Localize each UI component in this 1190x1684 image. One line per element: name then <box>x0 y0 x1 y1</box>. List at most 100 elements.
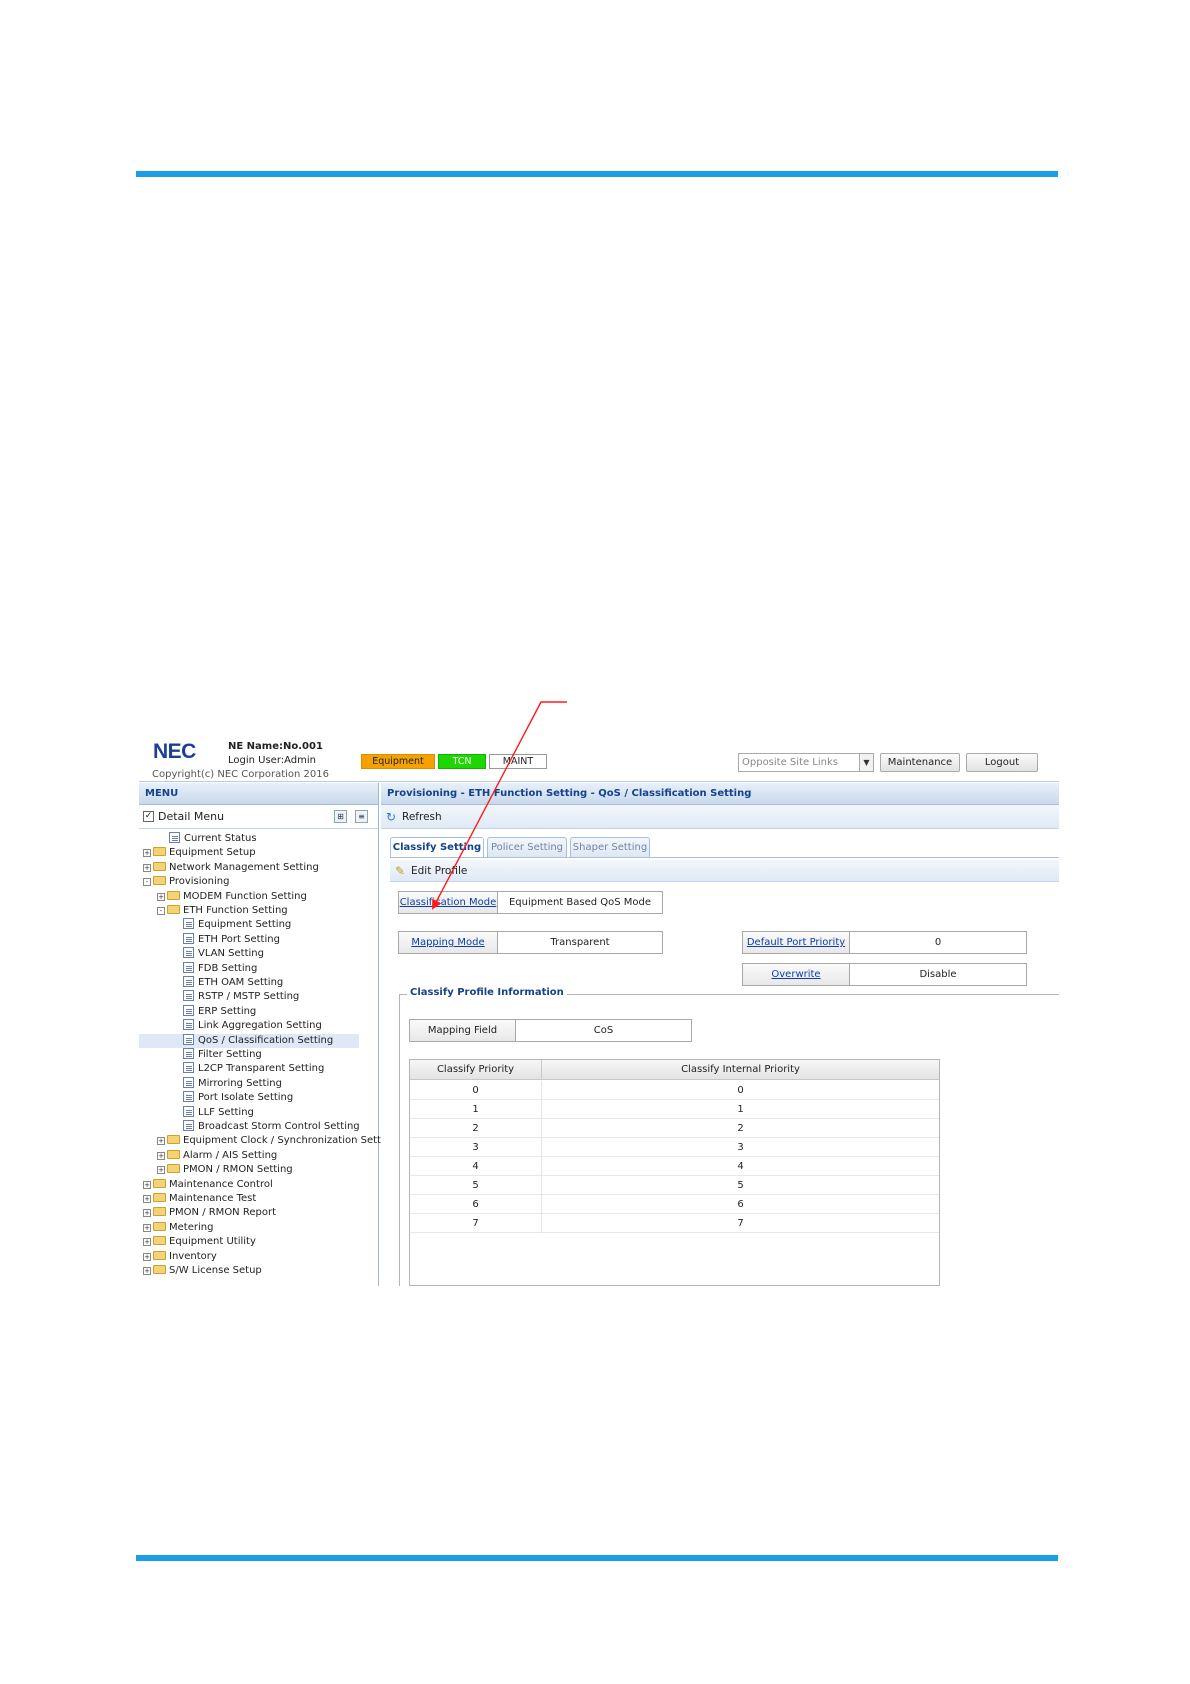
bottom-accent-rule <box>136 1555 1058 1561</box>
table-row[interactable]: 77 <box>410 1214 939 1233</box>
cell-classify-priority: 0 <box>410 1081 542 1100</box>
folder-icon <box>167 1164 180 1174</box>
sidebar-item[interactable]: Link Aggregation Setting <box>171 1019 322 1033</box>
table-row[interactable]: 11 <box>410 1100 939 1119</box>
sidebar-item-label: LLF Setting <box>198 1106 254 1118</box>
sidebar-item[interactable]: Equipment Setting <box>171 918 291 932</box>
classification-mode-link[interactable]: Classification Mode <box>399 892 498 913</box>
mapping-mode-link[interactable]: Mapping Mode <box>399 932 498 953</box>
detail-menu-checkbox[interactable]: ✓ <box>143 811 154 822</box>
sidebar-item[interactable]: + Maintenance Control <box>143 1178 273 1192</box>
table-row[interactable]: 22 <box>410 1119 939 1138</box>
sidebar-item[interactable]: + S/W License Setup <box>143 1264 262 1278</box>
sidebar-item[interactable]: + Maintenance Test <box>143 1192 256 1206</box>
sidebar-item[interactable]: + Metering <box>143 1221 213 1235</box>
menu-title: MENU <box>139 783 378 805</box>
edit-profile-button[interactable]: Edit Profile <box>411 865 467 877</box>
sidebar-item[interactable]: + Equipment Clock / Synchronization Setti… <box>157 1134 396 1148</box>
table-row[interactable]: 55 <box>410 1176 939 1195</box>
default-port-priority-link[interactable]: Default Port Priority <box>743 932 850 953</box>
sidebar-item[interactable]: + PMON / RMON Report <box>143 1206 276 1220</box>
sidebar-item-label: ETH OAM Setting <box>198 977 284 988</box>
sidebar-item[interactable]: QoS / Classification Setting <box>139 1033 359 1048</box>
sidebar-item[interactable]: FDB Setting <box>171 961 257 976</box>
edit-icon[interactable]: ✎ <box>395 864 405 878</box>
sidebar-item[interactable]: + Alarm / AIS Setting <box>157 1149 277 1163</box>
mapping-mode-value: Transparent <box>550 937 610 948</box>
copyright: Copyright(c) NEC Corporation 2016 <box>152 769 330 780</box>
expand-toggle-icon[interactable]: + <box>143 1195 151 1203</box>
expand-toggle-icon[interactable]: + <box>157 1166 165 1175</box>
status-equipment[interactable]: Equipment <box>361 754 435 769</box>
sidebar-item[interactable]: L2CP Transparent Setting <box>171 1062 324 1076</box>
maintenance-button[interactable]: Maintenance <box>880 753 960 772</box>
sidebar-item[interactable]: LLF Setting <box>171 1105 254 1120</box>
tab-shaper-setting[interactable]: Shaper Setting <box>570 837 650 857</box>
tab-policer-setting[interactable]: Policer Setting <box>487 837 567 857</box>
opposite-site-links-select[interactable]: Opposite Site Links ▼ <box>738 753 874 772</box>
sidebar-item[interactable]: + PMON / RMON Setting <box>157 1163 293 1177</box>
table-row[interactable]: 66 <box>410 1195 939 1214</box>
cell-classify-internal-priority: 4 <box>737 1161 744 1172</box>
page-icon <box>183 1033 194 1045</box>
collapse-all-icon[interactable]: ≡ <box>355 810 368 823</box>
expand-toggle-icon[interactable]: + <box>143 1238 151 1247</box>
sidebar-item[interactable]: + Network Management Setting <box>143 861 319 875</box>
table-row[interactable]: 44 <box>410 1157 939 1176</box>
expand-toggle-icon[interactable]: + <box>143 1267 151 1275</box>
expand-toggle-icon[interactable]: + <box>143 849 151 858</box>
sidebar-item[interactable]: Broadcast Storm Control Setting <box>171 1120 360 1134</box>
sidebar-item[interactable]: + Equipment Utility <box>143 1235 256 1249</box>
sidebar-item[interactable]: - ETH Function Setting <box>157 904 288 918</box>
expand-toggle-icon[interactable]: + <box>143 1180 151 1189</box>
overwrite-link[interactable]: Overwrite <box>743 964 850 985</box>
logout-button[interactable]: Logout <box>966 753 1038 772</box>
expand-all-icon[interactable]: ⊞ <box>334 810 347 823</box>
default-port-priority-value: 0 <box>934 937 942 948</box>
sidebar-item[interactable]: VLAN Setting <box>171 947 264 961</box>
sidebar-item[interactable]: Mirroring Setting <box>171 1076 282 1091</box>
expand-toggle-icon[interactable]: + <box>143 1209 151 1218</box>
sidebar-item[interactable]: RSTP / MSTP Setting <box>171 990 299 1004</box>
expand-toggle-icon[interactable]: + <box>143 1252 151 1261</box>
folder-icon <box>153 847 166 857</box>
sidebar-item[interactable]: ETH OAM Setting <box>171 976 283 990</box>
sidebar-item[interactable]: Port Isolate Setting <box>171 1091 293 1105</box>
column-header-classify-internal-priority[interactable]: Classify Internal Priority <box>542 1060 939 1080</box>
cell-classify-internal-priority: 6 <box>737 1199 744 1210</box>
sidebar-item[interactable]: Current Status <box>157 832 257 846</box>
expand-toggle-icon[interactable]: + <box>157 1151 165 1160</box>
table-row[interactable]: 33 <box>410 1138 939 1157</box>
sidebar-item[interactable]: ETH Port Setting <box>171 932 280 947</box>
collapse-toggle-icon[interactable]: - <box>143 878 151 887</box>
mapping-mode-field: Mapping Mode Transparent <box>398 931 663 954</box>
sidebar-item[interactable]: Filter Setting <box>171 1048 262 1062</box>
ne-name: NE Name:No.001 <box>228 741 323 752</box>
sidebar-item-label: PMON / RMON Setting <box>183 1164 293 1176</box>
sidebar-item[interactable]: + Equipment Setup <box>143 846 256 860</box>
sidebar-item[interactable]: + Inventory <box>143 1250 217 1264</box>
column-header-classify-priority[interactable]: Classify Priority <box>410 1060 542 1080</box>
refresh-icon[interactable]: ↻ <box>386 810 396 824</box>
status-maint[interactable]: MAINT <box>489 754 547 769</box>
folder-icon <box>153 1193 166 1202</box>
sidebar-item[interactable]: + MODEM Function Setting <box>157 890 307 904</box>
sidebar-item-label: Port Isolate Setting <box>198 1092 294 1104</box>
expand-toggle-icon[interactable]: + <box>157 892 165 901</box>
expand-toggle-icon[interactable]: + <box>143 863 151 872</box>
sidebar-item[interactable]: ERP Setting <box>171 1004 256 1019</box>
sidebar-item[interactable]: - Provisioning <box>143 875 229 889</box>
classify-profile-title: Classify Profile Information <box>407 987 567 998</box>
sidebar-item-label: Current Status <box>184 833 257 844</box>
collapse-toggle-icon[interactable]: - <box>157 907 165 915</box>
sidebar-item-label: RSTP / MSTP Setting <box>198 991 300 1003</box>
expand-toggle-icon[interactable]: + <box>157 1137 165 1146</box>
table-row[interactable]: 00 <box>410 1081 939 1100</box>
chevron-down-icon[interactable]: ▼ <box>859 754 873 771</box>
refresh-button[interactable]: Refresh <box>402 811 442 823</box>
tab-classify-setting[interactable]: Classify Setting <box>390 837 484 858</box>
expand-toggle-icon[interactable]: + <box>143 1223 151 1232</box>
status-tcn[interactable]: TCN <box>438 754 486 769</box>
page-icon <box>183 1048 194 1059</box>
mapping-field-value: CoS <box>593 1025 614 1036</box>
